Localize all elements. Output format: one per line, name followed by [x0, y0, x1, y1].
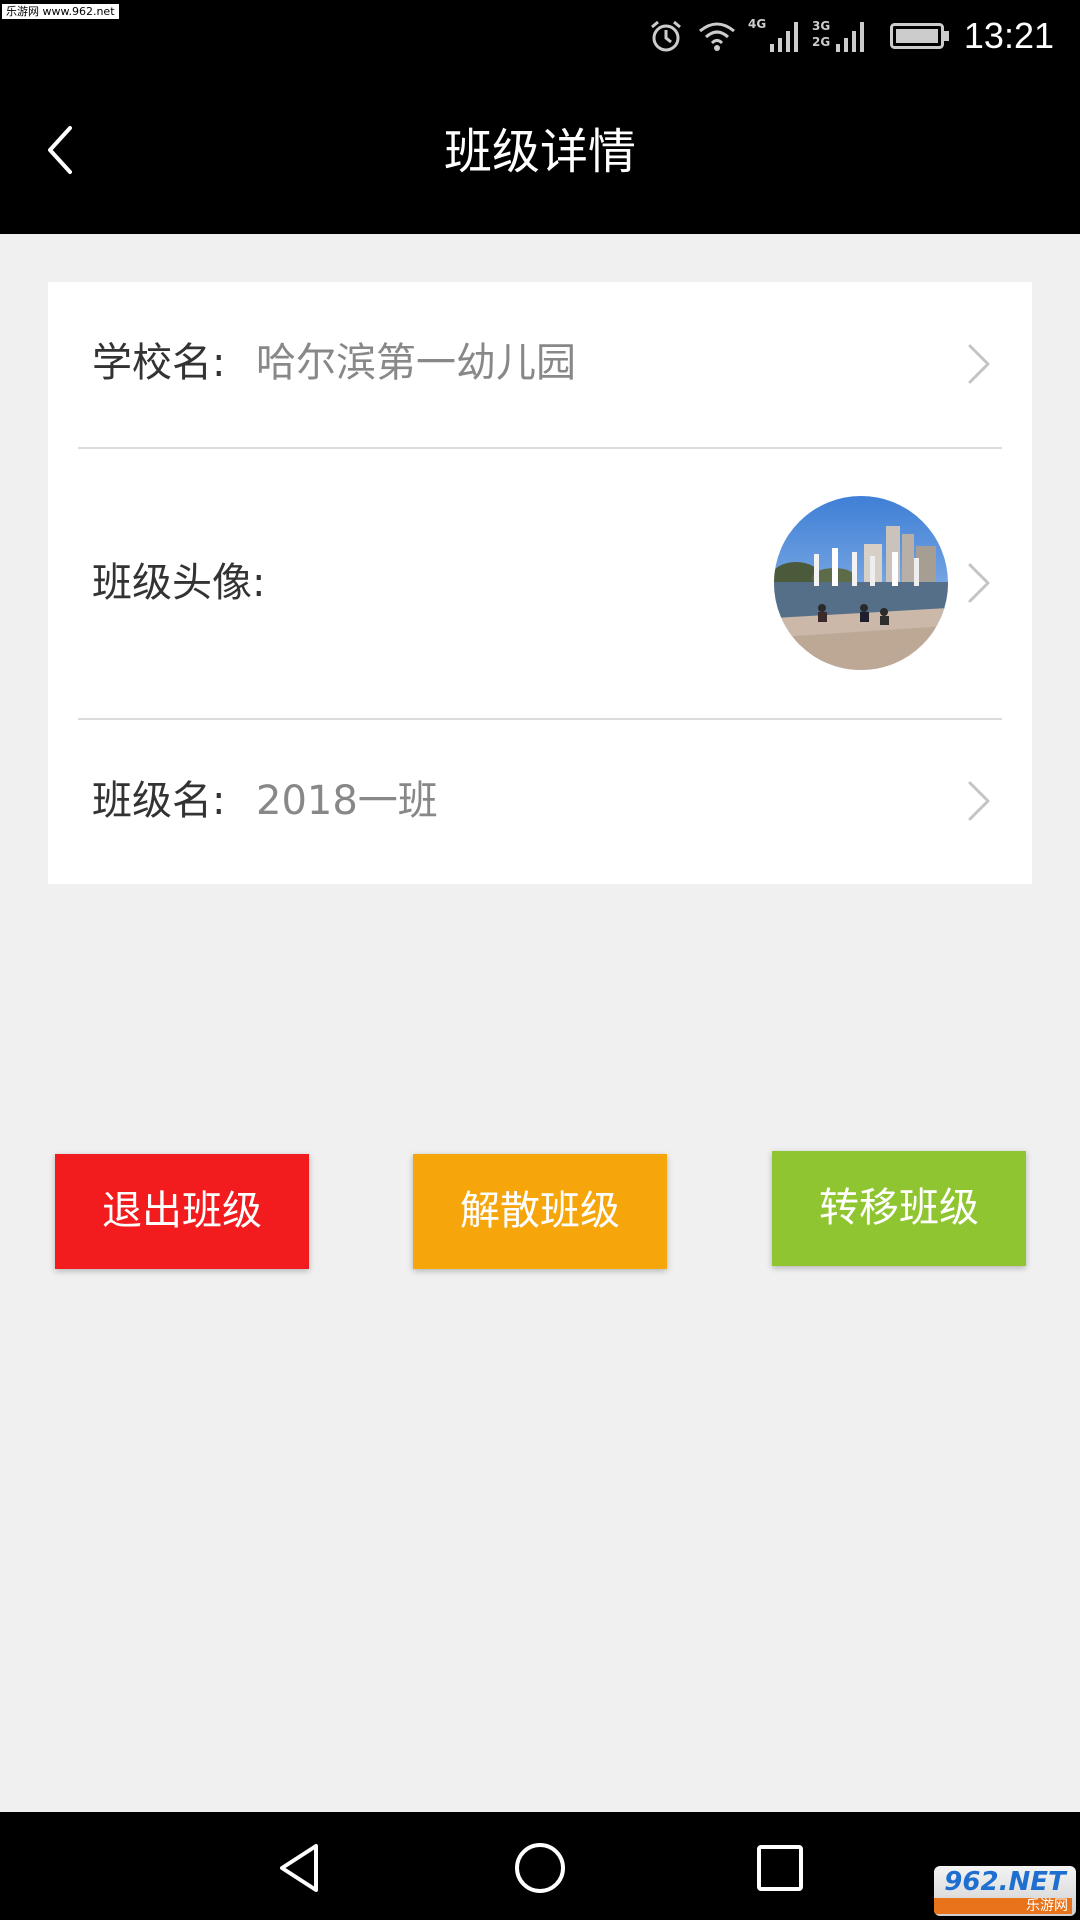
- chevron-right-icon: [968, 344, 990, 384]
- network-label-2g: 2G: [812, 35, 830, 49]
- transfer-class-button[interactable]: 转移班级: [772, 1151, 1026, 1266]
- chevron-right-icon: [968, 563, 990, 603]
- status-time: 13:21: [963, 15, 1054, 56]
- network-label-3g: 3G: [812, 19, 830, 33]
- nav-recent-button[interactable]: [752, 1840, 808, 1896]
- class-detail-card: 学校名: 哈尔滨第一幼儿园 班级头像: 班级名: 2018一班: [48, 282, 1032, 884]
- signal-3g-2g-icon: 3G 2G: [812, 16, 870, 56]
- class-name-row[interactable]: 班级名: 2018一班: [48, 719, 1032, 884]
- school-row[interactable]: 学校名: 哈尔滨第一幼儿园: [48, 282, 1032, 447]
- nav-home-icon: [515, 1843, 565, 1893]
- watermark-logo-sub: 乐游网: [934, 1898, 1072, 1914]
- nav-back-icon: [280, 1844, 318, 1892]
- nav-back-button[interactable]: [272, 1840, 328, 1896]
- class-name-value: 2018一班: [256, 778, 438, 824]
- app-header: 班级详情: [0, 72, 1080, 234]
- class-name-label: 班级名:: [92, 778, 226, 824]
- exit-class-button[interactable]: 退出班级: [55, 1154, 309, 1269]
- watermark-logo-main: 962.NET: [944, 1867, 1066, 1897]
- class-avatar-image[interactable]: [774, 496, 948, 670]
- school-label: 学校名:: [92, 340, 226, 386]
- class-avatar-label: 班级头像:: [92, 560, 266, 606]
- status-icons: 4G 3G 2G 13:21: [648, 0, 1080, 72]
- school-value: 哈尔滨第一幼儿园: [256, 340, 576, 386]
- nav-home-button[interactable]: [512, 1840, 568, 1896]
- wifi-icon: [698, 19, 736, 53]
- alarm-icon: [648, 18, 684, 54]
- watermark-logo: 962.NET 乐游网: [934, 1866, 1076, 1916]
- page-title: 班级详情: [443, 124, 636, 180]
- signal-4g-icon: 4G: [748, 16, 802, 56]
- class-avatar-row[interactable]: 班级头像:: [48, 448, 1032, 718]
- chevron-right-icon: [968, 781, 990, 821]
- navigation-bar: 962.NET 乐游网: [0, 1812, 1080, 1920]
- dissolve-class-button[interactable]: 解散班级: [413, 1154, 667, 1269]
- status-bar: 乐游网 www.962.net 4G 3G 2G 13:21: [0, 0, 1080, 72]
- watermark-top: 乐游网 www.962.net: [2, 4, 119, 19]
- nav-recent-icon: [757, 1845, 803, 1891]
- battery-icon: [889, 21, 950, 51]
- network-label-4g: 4G: [748, 17, 766, 31]
